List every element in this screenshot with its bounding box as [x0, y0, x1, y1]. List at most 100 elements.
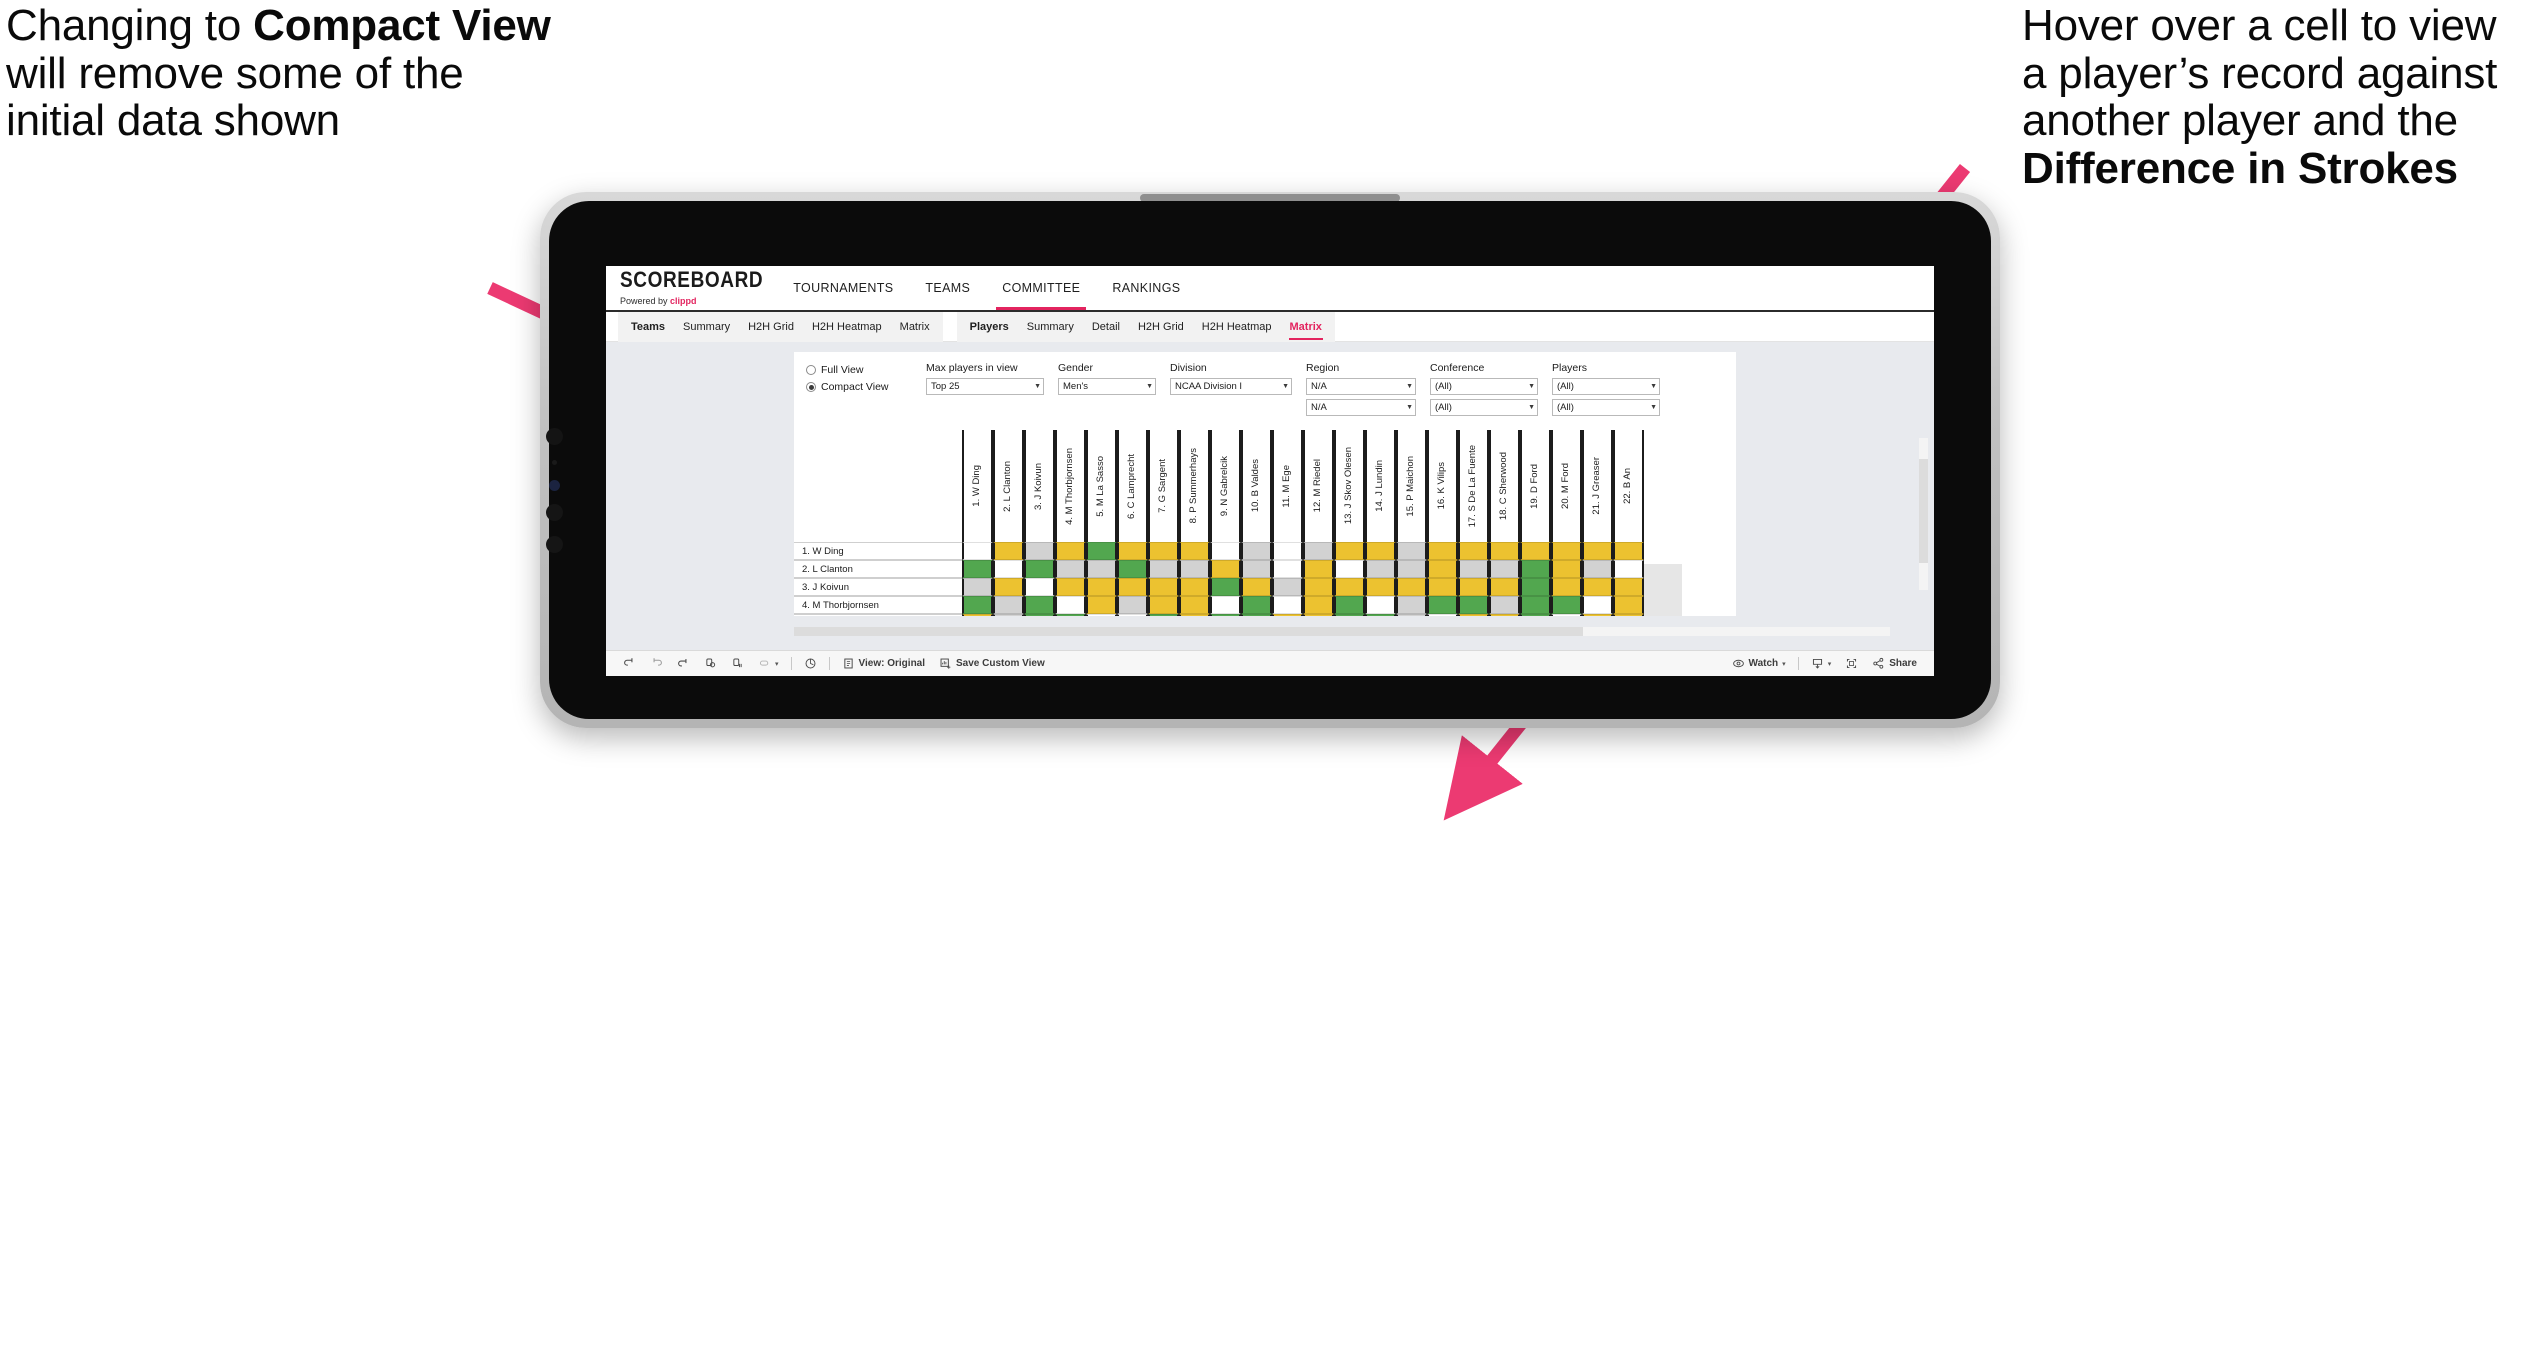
matrix-cell[interactable] [1489, 578, 1520, 596]
matrix-cell[interactable] [1303, 578, 1334, 596]
matrix-cell[interactable] [1613, 542, 1644, 560]
subnav-teams-matrix[interactable]: Matrix [891, 312, 939, 342]
matrix-cell[interactable] [1613, 596, 1644, 614]
matrix-column-header[interactable]: 6. C Lamprecht [1117, 430, 1148, 542]
matrix-column-header[interactable]: 15. P Maichon [1396, 430, 1427, 542]
filter-conference-select-2[interactable]: (All) ▼ [1430, 399, 1538, 416]
matrix-cell[interactable] [1396, 614, 1427, 616]
matrix-cell[interactable] [1179, 578, 1210, 596]
matrix-cell[interactable] [1334, 578, 1365, 596]
matrix-cell[interactable] [1086, 542, 1117, 560]
matrix-cell[interactable] [1148, 542, 1179, 560]
topnav-item-rankings[interactable]: RANKINGS [1096, 266, 1196, 310]
matrix-cell[interactable] [1024, 560, 1055, 578]
matrix-cell[interactable] [1055, 596, 1086, 614]
matrix-cell[interactable] [1272, 596, 1303, 614]
matrix-column-header[interactable]: 14. J Lundin [1365, 430, 1396, 542]
subnav-teams-summary[interactable]: Summary [674, 312, 739, 342]
matrix-column-header[interactable]: 12. M Riedel [1303, 430, 1334, 542]
matrix-cell[interactable] [1210, 578, 1241, 596]
matrix-cell[interactable] [1241, 542, 1272, 560]
subnav-players[interactable]: Players [961, 312, 1018, 342]
highlight-button[interactable]: ▾ [751, 657, 786, 670]
matrix-cell[interactable] [1551, 560, 1582, 578]
matrix-cell[interactable] [1303, 560, 1334, 578]
matrix-cell[interactable] [1427, 542, 1458, 560]
undo-button[interactable] [616, 657, 643, 670]
matrix-row-label[interactable]: 3. J Koivun [794, 578, 962, 596]
matrix-cell[interactable] [1148, 560, 1179, 578]
matrix-cell[interactable] [1427, 614, 1458, 616]
matrix-column-header[interactable]: 17. S De La Fuente [1458, 430, 1489, 542]
filter-conference-select[interactable]: (All) ▼ [1430, 378, 1538, 395]
matrix-cell[interactable] [1117, 542, 1148, 560]
filter-gender-select[interactable]: Men's ▼ [1058, 378, 1156, 395]
matrix-cell[interactable] [1489, 596, 1520, 614]
matrix-cell[interactable] [1086, 560, 1117, 578]
matrix-row-label[interactable]: 1. W Ding [794, 542, 962, 560]
matrix-cell[interactable] [1086, 578, 1117, 596]
matrix-cell[interactable] [1458, 560, 1489, 578]
matrix-column-header[interactable]: 3. J Koivun [1024, 430, 1055, 542]
horizontal-scrollbar[interactable] [794, 627, 1890, 636]
filter-region-select-2[interactable]: N/A ▼ [1306, 399, 1416, 416]
share-button[interactable]: Share [1865, 657, 1924, 670]
matrix-cell[interactable] [1148, 614, 1179, 616]
matrix-cell[interactable] [993, 542, 1024, 560]
matrix-row-label[interactable]: 5. M La Sasso [794, 614, 962, 616]
fullscreen-button[interactable] [1838, 657, 1865, 670]
matrix-cell[interactable] [1582, 614, 1613, 616]
refresh-data-button[interactable] [697, 657, 724, 670]
matrix-cell[interactable] [1055, 578, 1086, 596]
filter-players-select[interactable]: (All) ▼ [1552, 378, 1660, 395]
matrix-cell[interactable] [1272, 614, 1303, 616]
subnav-players-h2h-grid[interactable]: H2H Grid [1129, 312, 1193, 342]
matrix-cell[interactable] [993, 578, 1024, 596]
brand-logo[interactable]: SCOREBOARD Powered by clippd [620, 266, 777, 310]
matrix-column-header[interactable]: 11. M Ege [1272, 430, 1303, 542]
matrix-cell[interactable] [1055, 614, 1086, 616]
matrix-column-header[interactable]: 16. K Vilips [1427, 430, 1458, 542]
subnav-players-h2h-heatmap[interactable]: H2H Heatmap [1193, 312, 1281, 342]
matrix-column-header[interactable]: 21. J Greaser [1582, 430, 1613, 542]
matrix-cell[interactable] [1303, 542, 1334, 560]
matrix-cell[interactable] [1117, 596, 1148, 614]
matrix-cell[interactable] [1086, 596, 1117, 614]
matrix-cell[interactable] [1334, 542, 1365, 560]
matrix-cell[interactable] [1520, 614, 1551, 616]
matrix-cell[interactable] [1613, 614, 1644, 616]
matrix-column-header[interactable]: 5. M La Sasso [1086, 430, 1117, 542]
matrix-cell[interactable] [1427, 596, 1458, 614]
matrix-column-header[interactable]: 2. L Clanton [993, 430, 1024, 542]
matrix-cell[interactable] [962, 542, 993, 560]
matrix-column-header[interactable]: 1. W Ding [962, 430, 993, 542]
matrix-cell[interactable] [1458, 614, 1489, 616]
matrix-cell[interactable] [1458, 578, 1489, 596]
redo-button[interactable] [643, 657, 670, 670]
matrix-column-header[interactable]: 18. C Sherwood [1489, 430, 1520, 542]
matrix-cell[interactable] [962, 596, 993, 614]
matrix-cell[interactable] [1272, 542, 1303, 560]
matrix-column-header[interactable]: 19. D Ford [1520, 430, 1551, 542]
matrix-cell[interactable] [1024, 614, 1055, 616]
matrix-cell[interactable] [1520, 542, 1551, 560]
filter-max-players-select[interactable]: Top 25 ▼ [926, 378, 1044, 395]
topnav-item-committee[interactable]: COMMITTEE [986, 266, 1096, 310]
matrix-cell[interactable] [993, 614, 1024, 616]
matrix-cell[interactable] [1365, 578, 1396, 596]
matrix-cell[interactable] [1210, 614, 1241, 616]
matrix-cell[interactable] [1148, 596, 1179, 614]
matrix-cell[interactable] [1396, 560, 1427, 578]
alerts-button[interactable] [797, 657, 824, 670]
matrix-cell[interactable] [1458, 596, 1489, 614]
matrix-column-header[interactable]: 8. P Summerhays [1179, 430, 1210, 542]
matrix-cell[interactable] [962, 578, 993, 596]
matrix-cell[interactable] [1582, 578, 1613, 596]
subnav-players-detail[interactable]: Detail [1083, 312, 1129, 342]
vertical-scrollbar[interactable] [1919, 438, 1928, 590]
matrix-cell[interactable] [1427, 560, 1458, 578]
subnav-players-matrix[interactable]: Matrix [1281, 312, 1331, 342]
subnav-teams-h2h-grid[interactable]: H2H Grid [739, 312, 803, 342]
tablet-button-up[interactable] [546, 504, 563, 521]
matrix-cell[interactable] [1086, 614, 1117, 616]
